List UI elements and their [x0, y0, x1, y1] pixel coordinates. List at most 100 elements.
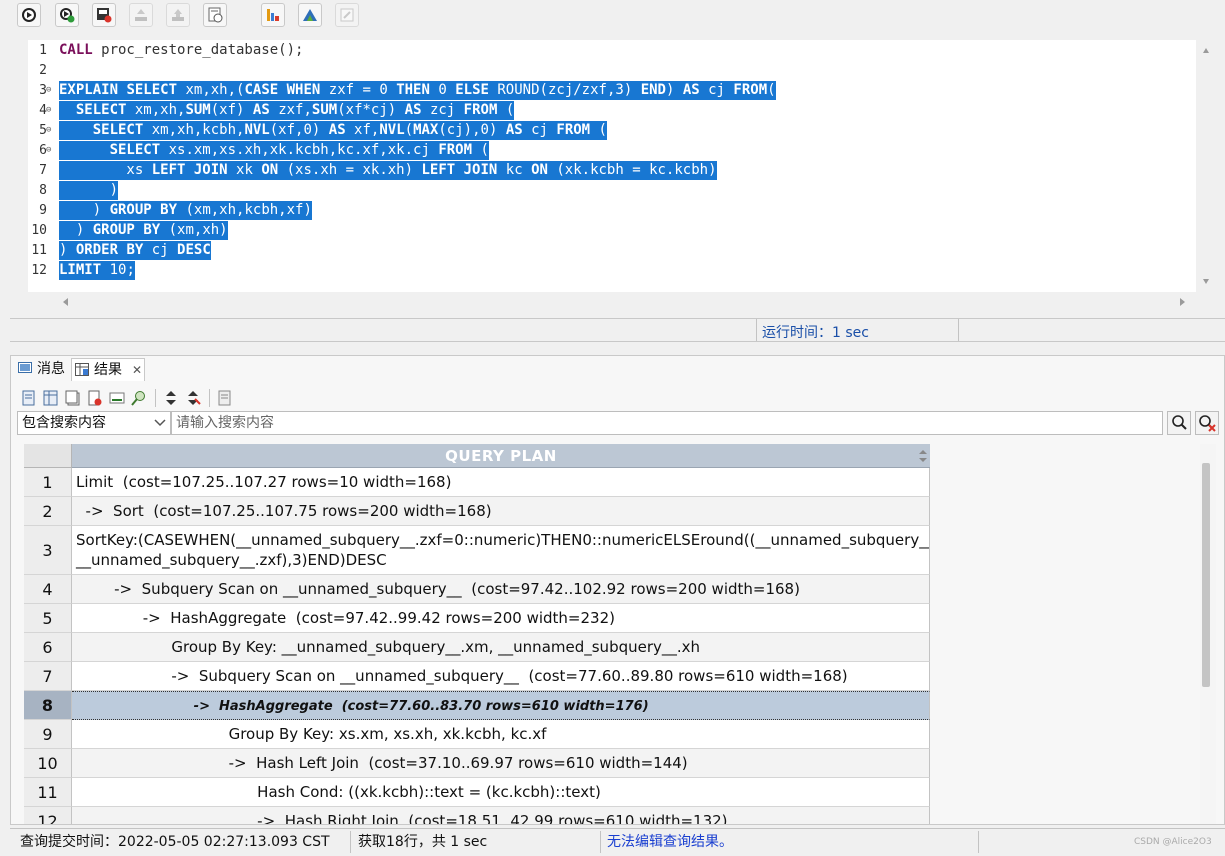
chevron-down-icon	[154, 419, 166, 427]
runtime-divider	[756, 319, 757, 341]
table-row[interactable]: 4 -> Subquery Scan on __unnamed_subquery…	[24, 575, 930, 604]
table-row[interactable]: 1 Limit (cost=107.25..107.27 rows=10 widt…	[24, 468, 930, 497]
editor-horizontal-scrollbar[interactable]	[60, 292, 1188, 312]
fold-toggle-icon[interactable]: ⊖	[46, 145, 51, 155]
query-plan-cell[interactable]: Limit (cost=107.25..107.27 rows=10 width…	[72, 468, 930, 497]
copy-rows-icon[interactable]	[65, 390, 81, 406]
execute-button[interactable]	[17, 3, 41, 27]
import-button[interactable]	[129, 3, 153, 27]
query-plan-cell[interactable]: -> Subquery Scan on __unnamed_subquery__…	[72, 662, 930, 691]
watermark: CSDN @Alice2O3	[1134, 837, 1212, 847]
table-row[interactable]: 9 Group By Key: xs.xm, xs.xh, xk.kcbh, k…	[24, 720, 930, 749]
schedule-button[interactable]	[203, 3, 227, 27]
query-plan-cell[interactable]: -> Hash Right Join (cost=18.51..42.99 ro…	[72, 807, 930, 824]
query-plan-cell[interactable]: -> Subquery Scan on __unnamed_subquery__…	[72, 575, 930, 604]
code-line[interactable]: xs LEFT JOIN xk ON (xs.xh = xk.xh) LEFT …	[59, 161, 717, 180]
record-detail-icon[interactable]	[217, 390, 233, 406]
table-row[interactable]: 8 -> HashAggregate (cost=77.60..83.70 ro…	[24, 691, 930, 720]
table-row[interactable]: 12 -> Hash Right Join (cost=18.51..42.99…	[24, 807, 930, 824]
row-number[interactable]: 11	[24, 778, 72, 807]
row-number[interactable]: 9	[24, 720, 72, 749]
row-number[interactable]: 12	[24, 807, 72, 824]
table-row[interactable]: 3 SortKey:(CASEWHEN(__unnamed_subquery__.…	[24, 526, 930, 575]
stop-button[interactable]	[92, 3, 116, 27]
line-number: 2	[39, 63, 47, 78]
query-plan-cell[interactable]: -> HashAggregate (cost=97.42..99.42 rows…	[72, 604, 930, 633]
code-line[interactable]: ) ORDER BY cj DESC	[59, 241, 211, 260]
table-row[interactable]: 6 Group By Key: __unnamed_subquery__.xm,…	[24, 633, 930, 662]
code-token: proc_restore_database();	[92, 42, 304, 58]
visual-explain-button[interactable]	[298, 3, 322, 27]
query-plan-cell[interactable]: Group By Key: xs.xm, xs.xh, xk.kcbh, kc.…	[72, 720, 930, 749]
query-plan-cell[interactable]: -> Hash Left Join (cost=37.10..69.97 row…	[72, 749, 930, 778]
sql-editor[interactable]: 1 CALL proc_restore_database(); 2 3 ⊖ EXPLAIN…	[28, 40, 1196, 292]
column-header-query-plan[interactable]: QUERY PLAN	[72, 444, 930, 468]
tab-messages[interactable]: 消息	[15, 358, 71, 380]
code-line[interactable]: EXPLAIN SELECT xm,xh,(CASE WHEN zxf = 0 …	[59, 81, 776, 100]
code-token: (	[497, 102, 515, 118]
row-number[interactable]: 2	[24, 497, 72, 526]
row-number[interactable]: 7	[24, 662, 72, 691]
explain-button[interactable]	[261, 3, 285, 27]
grid-corner	[24, 444, 72, 468]
code-token: xk	[227, 162, 262, 178]
editor-vertical-scrollbar[interactable]	[1196, 40, 1216, 292]
copy-all-icon[interactable]	[43, 390, 59, 406]
code-line[interactable]: CALL proc_restore_database();	[59, 41, 303, 60]
table-row[interactable]: 7 -> Subquery Scan on __unnamed_subquery…	[24, 662, 930, 691]
search-input[interactable]: 请输入搜索内容	[171, 411, 1163, 435]
code-line[interactable]: )	[59, 181, 119, 200]
fold-toggle-icon[interactable]: ⊖	[46, 85, 51, 95]
row-number[interactable]: 10	[24, 749, 72, 778]
query-plan-cell[interactable]: -> Sort (cost=107.25..107.75 rows=200 wi…	[72, 497, 930, 526]
row-number[interactable]: 4	[24, 575, 72, 604]
query-plan-cell[interactable]: SortKey:(CASEWHEN(__unnamed_subquery__.z…	[72, 526, 930, 575]
fold-toggle-icon[interactable]: ⊖	[46, 125, 51, 135]
visual-explain-icon	[303, 9, 317, 21]
code-line[interactable]: LIMIT 10;	[59, 261, 135, 280]
code-line[interactable]: ) GROUP BY (xm,xh,kcbh,xf)	[59, 201, 312, 220]
table-row[interactable]: 11 Hash Cond: ((xk.kcbh)::text = (kc.kcb…	[24, 778, 930, 807]
sort-icon[interactable]	[163, 390, 179, 406]
line-number: 12	[31, 263, 47, 278]
code-token: ROUND	[497, 82, 540, 98]
find-icon[interactable]	[131, 390, 147, 406]
code-token: SUM	[185, 102, 211, 118]
execute-plan-button[interactable]	[55, 3, 79, 27]
code-line[interactable]: SELECT xs.xm,xs.xh,xk.kcbh,kc.xf,xk.cj F…	[59, 141, 489, 160]
grid-scroll-thumb[interactable]	[1202, 463, 1210, 687]
clear-search-button[interactable]	[1195, 411, 1219, 435]
fold-toggle-icon[interactable]: ⊖	[46, 105, 51, 115]
edit-button[interactable]	[335, 3, 359, 27]
code-token: JOIN	[463, 162, 498, 178]
row-number[interactable]: 8	[24, 691, 72, 720]
row-number[interactable]: 5	[24, 604, 72, 633]
row-number[interactable]: 1	[24, 468, 72, 497]
tab-results[interactable]: 结果 ✕	[71, 358, 145, 381]
code-token: SELECT	[109, 142, 161, 158]
code-token: GROUP	[92, 222, 135, 238]
copy-icon[interactable]	[21, 390, 37, 406]
clear-sort-icon[interactable]	[185, 390, 201, 406]
code-line[interactable]: SELECT xm,xh,SUM(xf) AS zxf,SUM(xf*cj) A…	[59, 101, 515, 120]
code-token: AS	[252, 102, 270, 118]
export-result-icon[interactable]	[87, 390, 103, 406]
result-grid[interactable]: QUERY PLAN 1 Limit (cost=107.25..107.27 r…	[24, 444, 930, 824]
row-number[interactable]: 6	[24, 633, 72, 662]
code-token: SELECT	[126, 82, 178, 98]
sql-icon[interactable]	[109, 390, 125, 406]
query-plan-cell[interactable]: Group By Key: __unnamed_subquery__.xm, _…	[72, 633, 930, 662]
query-plan-cell[interactable]: Hash Cond: ((xk.kcbh)::text = (kc.kcbh):…	[72, 778, 930, 807]
code-line[interactable]: ) GROUP BY (xm,xh)	[59, 221, 228, 240]
close-icon[interactable]: ✕	[132, 359, 142, 381]
search-mode-select[interactable]: 包含搜索内容	[17, 411, 171, 435]
table-row[interactable]: 5 -> HashAggregate (cost=97.42..99.42 ro…	[24, 604, 930, 633]
query-plan-cell[interactable]: -> HashAggregate (cost=77.60..83.70 rows…	[72, 691, 930, 720]
search-button[interactable]	[1167, 411, 1191, 435]
table-row[interactable]: 2 -> Sort (cost=107.25..107.75 rows=200 …	[24, 497, 930, 526]
row-number[interactable]: 3	[24, 526, 72, 575]
table-row[interactable]: 10 -> Hash Left Join (cost=37.10..69.97 …	[24, 749, 930, 778]
code-line[interactable]: SELECT xm,xh,kcbh,NVL(xf,0) AS xf,NVL(MA…	[59, 121, 607, 140]
export-button[interactable]	[166, 3, 190, 27]
